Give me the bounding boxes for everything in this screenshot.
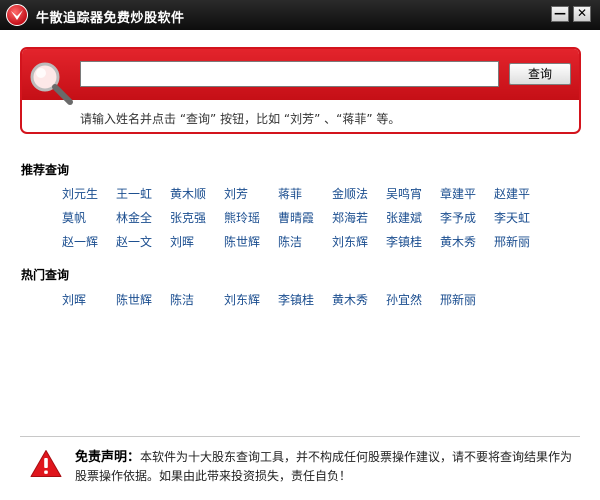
recommended-link[interactable]: 黄木秀 [440,233,476,250]
app-logo-icon [6,4,28,26]
popular-link[interactable]: 陈洁 [170,291,194,308]
warning-icon [30,450,62,477]
recommended-link[interactable]: 陈洁 [278,233,302,250]
recommended-link[interactable]: 熊玲瑶 [224,209,260,226]
recommended-link[interactable]: 赵一文 [116,233,152,250]
search-hint: 请输入姓名并点击 “查询” 按钮，比如 “刘芳” 、“蒋菲” 等。 [80,112,401,126]
recommended-link[interactable]: 刘芳 [224,185,248,202]
recommended-link[interactable]: 王一虹 [116,185,152,202]
recommended-link[interactable]: 郑海若 [332,209,368,226]
recommended-link[interactable]: 章建平 [440,185,476,202]
magnifier-icon [30,62,73,105]
recommended-link[interactable]: 邢新丽 [494,233,530,250]
recommended-link[interactable]: 刘东辉 [332,233,368,250]
popular-title: 热门查询 [21,268,70,282]
recommended-link[interactable]: 蒋菲 [278,185,302,202]
popular-link[interactable]: 黄木秀 [332,291,368,308]
disclaimer-label: 免责声明： [75,450,141,465]
recommended-link[interactable]: 张建斌 [386,209,422,226]
recommended-link[interactable]: 金顺法 [332,185,368,202]
popular-link[interactable]: 陈世辉 [116,291,152,308]
close-button[interactable]: ✕ [573,6,591,22]
recommended-link[interactable]: 赵一辉 [62,233,98,250]
search-input[interactable] [80,61,499,87]
disclaimer: 免责声明：本软件为十大股东查询工具，并不构成任何股票操作建议，请不要将查询结果作… [75,448,575,486]
popular-link[interactable]: 刘东辉 [224,291,260,308]
popular-link[interactable]: 邢新丽 [440,291,476,308]
divider [20,436,580,437]
recommended-title: 推荐查询 [21,163,70,177]
recommended-link[interactable]: 吴鸣宵 [386,185,422,202]
disclaimer-text: 本软件为十大股东查询工具，并不构成任何股票操作建议，请不要将查询结果作为股票操作… [75,450,573,483]
window-title: 牛散追踪器免费炒股软件 [36,11,185,26]
popular-link[interactable]: 李镇桂 [278,291,314,308]
recommended-link[interactable]: 陈世辉 [224,233,260,250]
popular-link[interactable]: 刘晖 [62,291,86,308]
minimize-button[interactable]: — [551,6,569,22]
recommended-link[interactable]: 李镇桂 [386,233,422,250]
recommended-link[interactable]: 刘元生 [62,185,98,202]
recommended-link[interactable]: 李予成 [440,209,476,226]
recommended-link[interactable]: 刘晖 [170,233,194,250]
search-button[interactable]: 查询 [509,63,571,85]
popular-link[interactable]: 孙宜然 [386,291,422,308]
recommended-link[interactable]: 莫帆 [62,209,86,226]
search-panel: 查询 请输入姓名并点击 “查询” 按钮，比如 “刘芳” 、“蒋菲” 等。 [20,47,581,134]
recommended-link[interactable]: 张克强 [170,209,206,226]
recommended-link[interactable]: 赵建平 [494,185,530,202]
title-bar: 牛散追踪器免费炒股软件 — ✕ [0,0,600,30]
recommended-link[interactable]: 黄木顺 [170,185,206,202]
recommended-link[interactable]: 曹晴霞 [278,209,314,226]
recommended-link[interactable]: 李天虹 [494,209,530,226]
recommended-link[interactable]: 林金全 [116,209,152,226]
